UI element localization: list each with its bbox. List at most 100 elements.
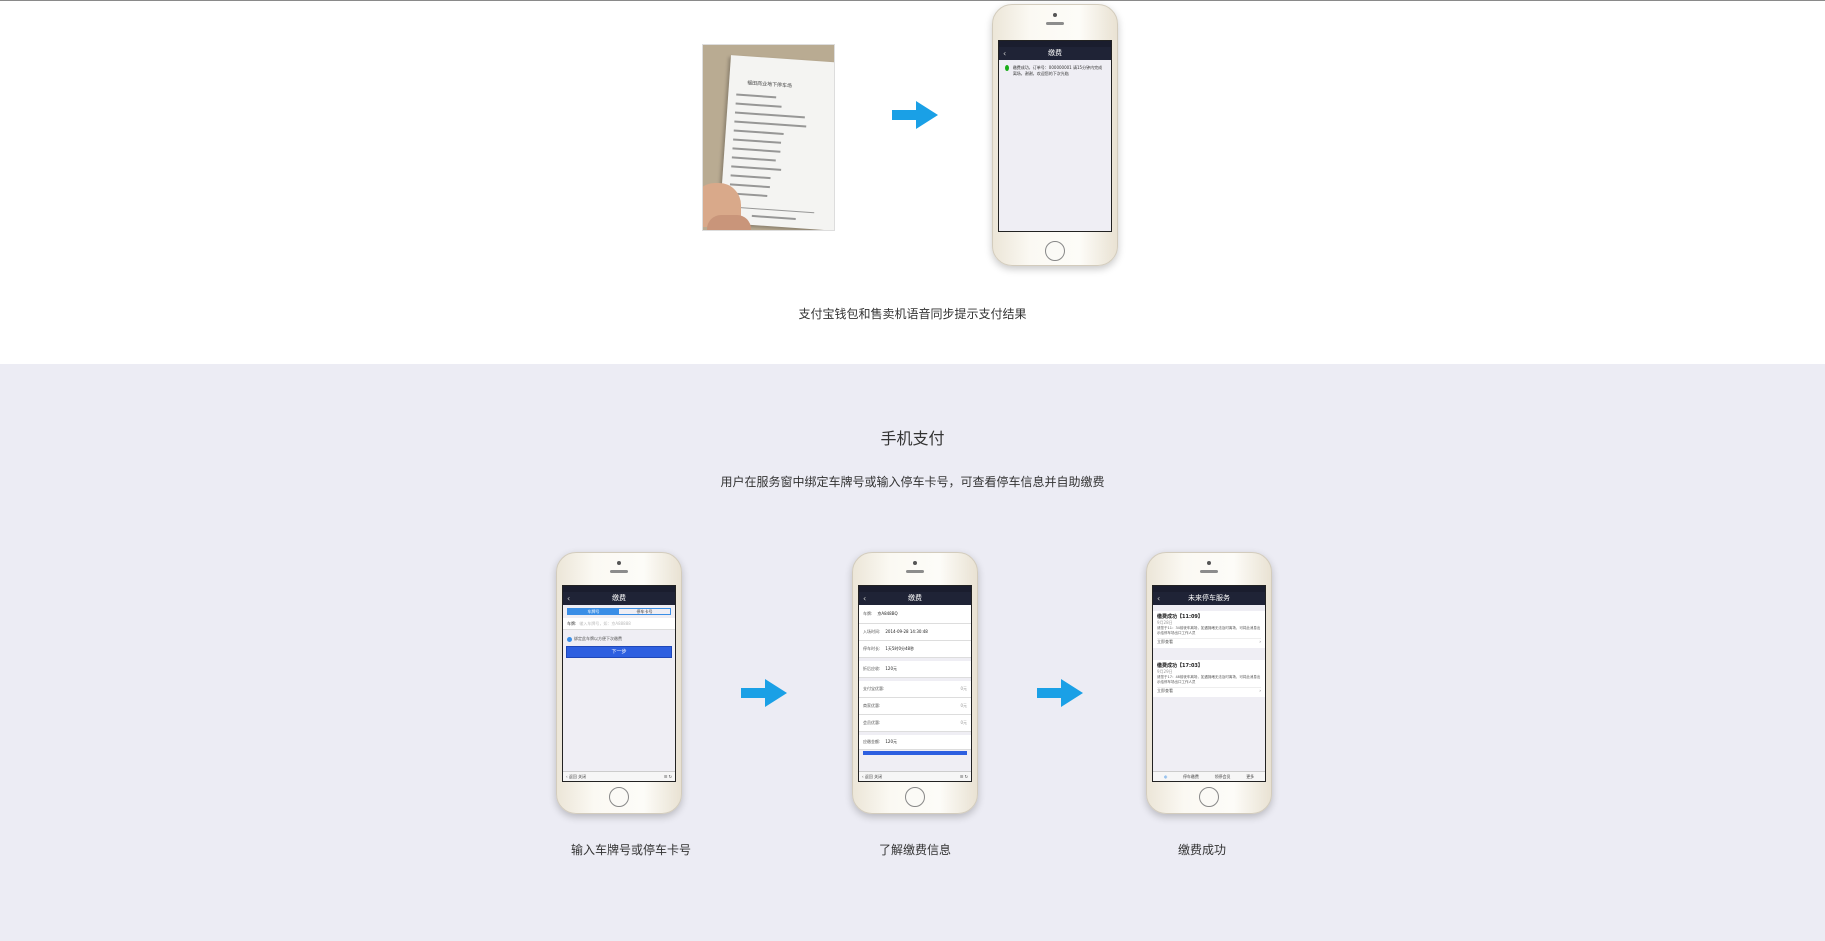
- right-arrow-icon: [892, 101, 938, 129]
- receipt-text-line: [732, 147, 781, 153]
- info-value: 120元: [885, 739, 897, 744]
- discount-row[interactable]: 支付宝优惠: 0元: [859, 681, 971, 698]
- nav-bar: ‹ 缴费: [999, 47, 1111, 60]
- message-card: 缴费成功【17:03】 9月29日 请您于17：48前驶车离场，如遇拥堵无法及时…: [1153, 660, 1265, 697]
- phone-screen: ‹ 缴费 车牌: 京A848BQ 入场时间: 2014-09-28 14:30:…: [858, 585, 972, 782]
- info-row: 车牌: 京A848BQ: [859, 605, 971, 624]
- phone-payment-info: ‹ 缴费 车牌: 京A848BQ 入场时间: 2014-09-28 14:30:…: [852, 552, 978, 814]
- info-label: 折后应收:: [863, 666, 881, 671]
- phone-camera: [913, 561, 917, 565]
- plate-input[interactable]: 输入车牌号，如：京A88888: [579, 621, 671, 627]
- info-row: 折后应收: 120元: [859, 661, 971, 678]
- receipt-text-line: [729, 183, 770, 189]
- receipt-text-line: [736, 93, 777, 99]
- receipt-text-line: [733, 138, 782, 144]
- phone-speaker: [610, 570, 628, 573]
- info-value: 0元: [960, 703, 967, 708]
- right-arrow-icon: [741, 679, 787, 707]
- menu-item-more[interactable]: 更多: [1246, 774, 1254, 780]
- tab-parking-card[interactable]: 停车卡号: [619, 609, 670, 614]
- info-value: 2014-09-28 14:30:48: [885, 629, 928, 634]
- voice-payment-section: 福田商业地下停车场 ‹ 缴费 缴费成功，订单号：000000001 请15分钟内…: [0, 1, 1825, 364]
- info-row: 入场时间: 2014-09-28 14:30:48: [859, 624, 971, 641]
- receipt-text-line: [733, 129, 784, 135]
- phone-speaker: [1046, 22, 1064, 25]
- next-step-button[interactable]: 下一步: [566, 646, 672, 658]
- card-link[interactable]: 立即查看 ›: [1157, 687, 1261, 694]
- back-chevron-icon[interactable]: ‹: [567, 592, 570, 605]
- nav-bar: ‹ 缴费: [859, 592, 971, 605]
- info-label: 车牌:: [863, 611, 873, 616]
- info-label: 停车时长:: [863, 646, 881, 651]
- plate-input-row: 车牌: 输入车牌号，如：京A88888: [563, 618, 675, 630]
- info-value: 1天5时0分48秒: [885, 646, 915, 651]
- browser-toolbar: ‹ 返回 关闭 ☰ ↻: [563, 771, 675, 781]
- step-caption: 了解缴费信息: [878, 843, 951, 857]
- phone-camera: [1207, 561, 1211, 565]
- discount-row[interactable]: 商家优惠: 0元: [859, 698, 971, 715]
- back-chevron-icon[interactable]: ‹: [863, 592, 866, 605]
- success-message: 缴费成功，订单号：000000001 请15分钟内完成离场，谢谢，欢迎您的下次光…: [1012, 65, 1103, 76]
- service-menu-bar: ◍ 停车缴费 领停会员 更多: [1153, 771, 1265, 781]
- toolbar-back[interactable]: ‹ 返回 关闭: [862, 774, 882, 780]
- tab-plate-number[interactable]: 车牌号: [568, 609, 619, 614]
- info-value: 0元: [960, 720, 967, 725]
- phone-camera: [1053, 13, 1057, 17]
- home-button: [1199, 787, 1219, 807]
- nav-title: 缴费: [1048, 49, 1062, 57]
- plate-label: 车牌:: [567, 620, 577, 626]
- parking-receipt-photo: 福田商业地下停车场: [702, 44, 835, 231]
- receipt-divider: [728, 206, 815, 214]
- receipt-text-line: [730, 174, 771, 180]
- home-button: [1045, 241, 1065, 261]
- receipt-heading: 福田商业地下停车场: [746, 80, 793, 90]
- checked-radio-icon[interactable]: [567, 636, 572, 642]
- nav-bar: ‹ 未来停车服务: [1153, 592, 1265, 605]
- discount-row[interactable]: 会员优惠: 0元: [859, 715, 971, 732]
- menu-icon[interactable]: ☰: [960, 774, 964, 779]
- card-body: 请您于11：34前驶车离场，如遇拥堵无法及时离场，可将此消息出示给停车场出口工作…: [1157, 626, 1261, 635]
- plate-card-tabs: 车牌号 停车卡号: [567, 608, 671, 615]
- phone-screen: ‹ 缴费 车牌号 停车卡号 车牌: 输入车牌号，如：京A88888 绑定此车牌以…: [562, 585, 676, 782]
- voice-payment-caption: 支付宝钱包和售卖机语音同步提示支付结果: [798, 307, 1027, 321]
- section-title: 手机支付: [880, 429, 945, 448]
- bind-plate-label: 绑定此车牌以方便下次缴费: [574, 636, 622, 641]
- success-message-row: 缴费成功，订单号：000000001 请15分钟内完成离场，谢谢，欢迎您的下次光…: [999, 60, 1111, 82]
- hand-image: [707, 215, 751, 230]
- message-card: 缴费成功【11:09】 9月28日 请您于11：34前驶车离场，如遇拥堵无法及时…: [1153, 611, 1265, 648]
- info-label: 入场时间:: [863, 629, 881, 634]
- section-subtitle: 用户在服务窗中绑定车牌号或输入停车卡号，可查看停车信息并自助缴费: [720, 475, 1105, 489]
- nav-title: 缴费: [908, 594, 922, 602]
- chevron-right-icon: ›: [1259, 688, 1261, 693]
- receipt-text-line: [734, 120, 807, 128]
- menu-item-membership[interactable]: 领停会员: [1215, 774, 1231, 780]
- right-arrow-icon: [1037, 679, 1083, 707]
- card-link[interactable]: 立即查看 ›: [1157, 638, 1261, 645]
- chevron-right-icon: ›: [1259, 639, 1261, 644]
- step-caption: 缴费成功: [1177, 843, 1226, 857]
- receipt-text-line: [735, 102, 782, 108]
- info-row: 停车时长: 1天5时0分48秒: [859, 641, 971, 658]
- nav-title: 缴费: [612, 594, 626, 602]
- pay-button[interactable]: [863, 751, 967, 755]
- info-row: 应缴金额: 120元: [859, 735, 971, 750]
- menu-icon[interactable]: ☰: [664, 774, 668, 779]
- chat-icon[interactable]: ◍: [1164, 774, 1168, 779]
- info-label: 会员优惠:: [863, 720, 881, 725]
- browser-toolbar: ‹ 返回 关闭 ☰ ↻: [859, 771, 971, 781]
- toolbar-back[interactable]: ‹ 返回 关闭: [566, 774, 586, 780]
- phone-screen: ‹ 未来停车服务 缴费成功【11:09】 9月28日 请您于11：34前驶车离场…: [1152, 585, 1266, 782]
- back-chevron-icon[interactable]: ‹: [1003, 47, 1006, 60]
- phone-payment-complete: ‹ 未来停车服务 缴费成功【11:09】 9月28日 请您于11：34前驶车离场…: [1146, 552, 1272, 814]
- home-button: [609, 787, 629, 807]
- back-chevron-icon[interactable]: ‹: [1157, 592, 1160, 605]
- refresh-icon[interactable]: ↻: [669, 774, 672, 779]
- bind-plate-option[interactable]: 绑定此车牌以方便下次缴费: [563, 630, 675, 642]
- info-label: 支付宝优惠:: [863, 686, 885, 691]
- info-label: 商家优惠:: [863, 703, 881, 708]
- phone-enter-plate: ‹ 缴费 车牌号 停车卡号 车牌: 输入车牌号，如：京A88888 绑定此车牌以…: [556, 552, 682, 814]
- menu-item-parking-pay[interactable]: 停车缴费: [1183, 774, 1199, 780]
- nav-title: 未来停车服务: [1188, 594, 1230, 602]
- card-body: 请您于17：48前驶车离场，如遇拥堵无法及时离场，可将此消息出示给停车场出口工作…: [1157, 675, 1261, 684]
- refresh-icon[interactable]: ↻: [965, 774, 968, 779]
